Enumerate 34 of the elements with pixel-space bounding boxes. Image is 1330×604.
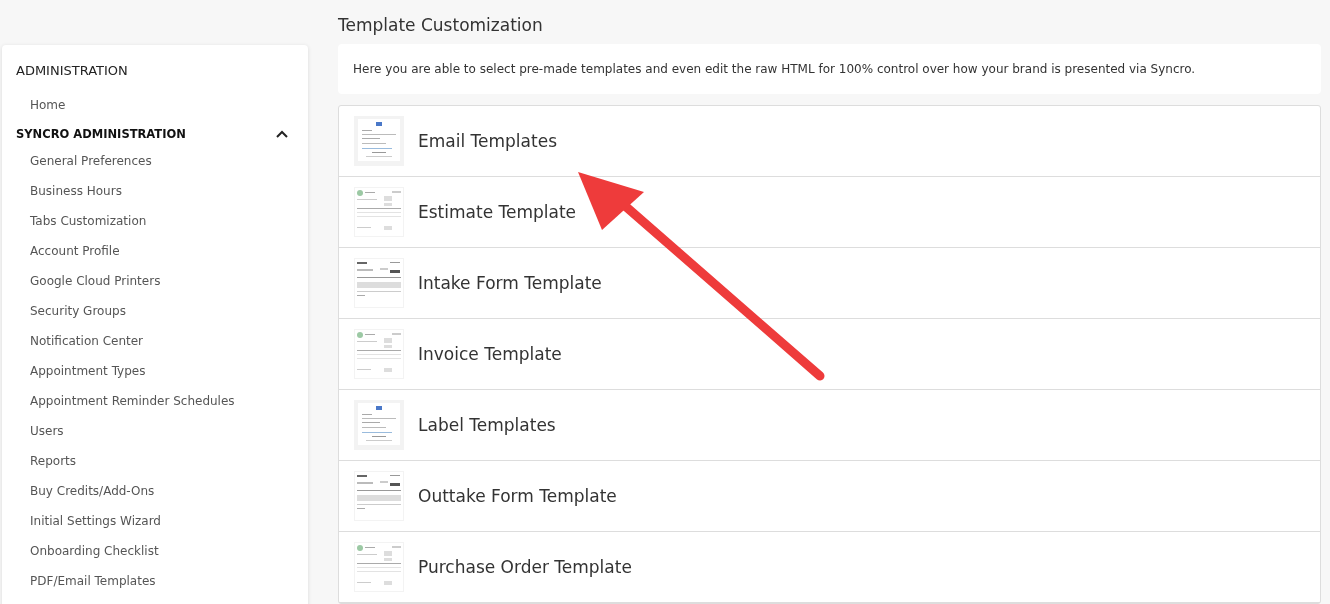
sidebar-item[interactable]: Initial Settings Wizard bbox=[16, 509, 308, 539]
template-thumbnail-icon bbox=[354, 116, 404, 166]
template-row[interactable]: Email Templates bbox=[339, 106, 1320, 177]
section-heading: SYNCRO ADMINISTRATION bbox=[16, 127, 186, 141]
template-row[interactable]: Outtake Form Template bbox=[339, 461, 1320, 532]
template-thumbnail-icon bbox=[354, 542, 404, 592]
sidebar-item[interactable]: Reports bbox=[16, 449, 308, 479]
template-row[interactable]: Invoice Template bbox=[339, 319, 1320, 390]
template-thumbnail-icon bbox=[354, 471, 404, 521]
template-row[interactable]: Label Templates bbox=[339, 390, 1320, 461]
template-thumbnail-icon bbox=[354, 187, 404, 237]
template-row[interactable]: Purchase Order Template bbox=[339, 532, 1320, 603]
sidebar-item[interactable]: Business Hours bbox=[16, 179, 308, 209]
sidebar-item[interactable]: Notification Center bbox=[16, 329, 308, 359]
template-thumbnail-icon bbox=[354, 258, 404, 308]
template-thumbnail-icon bbox=[354, 400, 404, 450]
sidebar-item[interactable]: Security Groups bbox=[16, 299, 308, 329]
sidebar-item[interactable]: Google Cloud Printers bbox=[16, 269, 308, 299]
sidebar-item[interactable]: Home bbox=[16, 93, 308, 123]
chevron-icon[interactable] bbox=[276, 130, 288, 138]
template-row[interactable]: Intake Form Template bbox=[339, 248, 1320, 319]
sidebar-item[interactable]: Account Profile bbox=[16, 239, 308, 269]
description-text: Here you are able to select pre-made templates and even edit the raw HTML for 100% control over how your brand is presented via Syncro. bbox=[353, 62, 1196, 76]
page-title: Template Customization bbox=[338, 14, 544, 36]
sidebar-item[interactable]: Tabs Customization bbox=[16, 209, 308, 239]
sidebar-item[interactable]: Appointment Types bbox=[16, 359, 308, 389]
sidebar-item[interactable]: Buy Credits/Add-Ons bbox=[16, 479, 308, 509]
sidebar-title: ADMINISTRATION bbox=[16, 63, 129, 80]
sidebar-item[interactable]: PDF/Email Templates bbox=[16, 569, 308, 599]
template-thumbnail-icon bbox=[354, 329, 404, 379]
sidebar-item[interactable]: Appointment Reminder Schedules bbox=[16, 389, 308, 419]
sidebar-item[interactable]: Onboarding Checklist bbox=[16, 539, 308, 569]
sidebar-item[interactable]: General Preferences bbox=[16, 149, 308, 179]
sidebar-item[interactable]: Users bbox=[16, 419, 308, 449]
